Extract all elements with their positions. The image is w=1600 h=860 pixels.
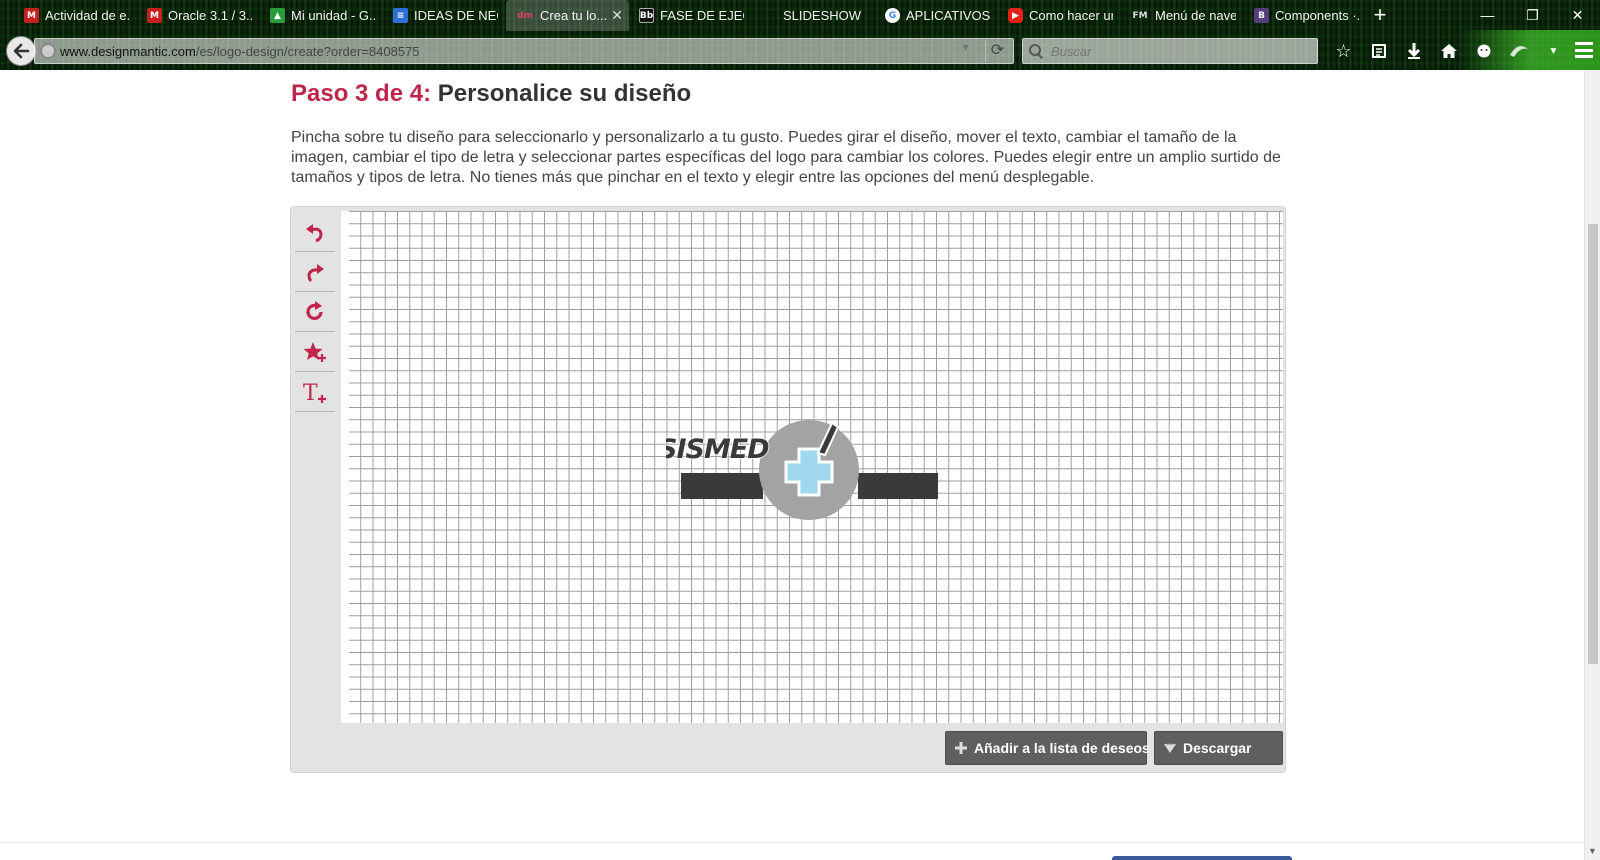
add-to-wishlist-button[interactable]: Añadir a la lista de deseos xyxy=(945,731,1150,765)
logo-editor: T SISMED Añadir a la lista de deseos Des… xyxy=(290,206,1286,773)
redo-button[interactable] xyxy=(295,252,335,292)
undo-icon xyxy=(306,223,323,242)
reading-list-icon[interactable] xyxy=(1361,38,1396,64)
browser-tab[interactable]: M Oracle 3.1 / 3.... xyxy=(137,0,260,31)
browser-tab[interactable]: M Actividad de e... xyxy=(14,0,137,31)
browser-tab[interactable]: G APLICATIVOS xyxy=(875,0,998,31)
wishlist-label: Añadir a la lista de deseos xyxy=(974,740,1150,756)
browser-chrome: M Actividad de e... M Oracle 3.1 / 3....… xyxy=(0,0,1600,70)
toolbar-icons: ☆ ▼ xyxy=(1326,38,1571,64)
add-text-button[interactable]: T xyxy=(295,372,335,412)
download-icon[interactable] xyxy=(1396,38,1431,64)
download-button[interactable]: Descargar xyxy=(1154,731,1283,765)
address-bar[interactable]: www.designmantic.com/es/logo-design/crea… xyxy=(34,38,1014,64)
canvas-gutter xyxy=(341,211,349,723)
facebook-button[interactable] xyxy=(1112,856,1292,860)
scrollbar-thumb[interactable] xyxy=(1588,224,1598,664)
logo-design[interactable]: SISMED xyxy=(666,413,956,523)
instructions-text: Pincha sobre tu diseño para seleccionarl… xyxy=(291,129,1281,186)
back-arrow-icon xyxy=(13,43,30,59)
dropdown-arrow-icon[interactable]: ▼ xyxy=(960,42,971,54)
page-content: Paso 3 de 4: Personalice su diseño Pinch… xyxy=(0,70,1584,860)
tab-strip: M Actividad de e... M Oracle 3.1 / 3....… xyxy=(14,0,1367,31)
rotate-button[interactable] xyxy=(295,292,335,332)
browser-tab[interactable]: SLIDESHOW xyxy=(752,0,875,31)
close-tab-icon[interactable]: ✕ xyxy=(611,7,623,24)
home-icon[interactable] xyxy=(1431,38,1466,64)
logo-right-bar xyxy=(858,473,938,499)
chat-icon[interactable] xyxy=(1466,38,1501,64)
plus-icon xyxy=(954,741,968,755)
browser-tab[interactable]: FM Menú de nave... xyxy=(1121,0,1244,31)
search-bar[interactable] xyxy=(1022,38,1318,64)
add-symbol-icon xyxy=(303,341,326,362)
add-symbol-button[interactable] xyxy=(295,332,335,372)
google-drive-icon: ▲ xyxy=(270,8,285,23)
gmail-icon: M xyxy=(24,8,39,23)
google-icon: G xyxy=(885,8,900,23)
browser-tab[interactable]: B Components ·... xyxy=(1244,0,1367,31)
bootstrap-icon: B xyxy=(1254,8,1269,23)
designmantic-icon: dm xyxy=(517,10,533,21)
step-title-text: Personalice su diseño xyxy=(431,80,692,107)
step-label: Paso 3 de 4: xyxy=(291,80,432,107)
browser-tab[interactable]: ▲ Mi unidad - G... xyxy=(260,0,383,31)
blackboard-icon: Bb xyxy=(639,8,654,23)
browser-tab[interactable]: ≡ IDEAS DE NEG... xyxy=(383,0,506,31)
scroll-down-arrow-icon[interactable]: ▼ xyxy=(1588,846,1597,856)
reload-icon[interactable]: ⟳ xyxy=(985,40,1009,62)
browser-tab[interactable]: Bb FASE DE EJEC... xyxy=(629,0,752,31)
google-docs-icon: ≡ xyxy=(393,8,408,23)
add-text-icon: T xyxy=(303,381,326,405)
editor-toolbar: T xyxy=(295,212,335,412)
hamburger-menu-icon[interactable] xyxy=(1572,39,1596,61)
browser-tab[interactable]: ▶ Como hacer un... xyxy=(998,0,1121,31)
download-icon xyxy=(1163,741,1177,755)
undo-button[interactable] xyxy=(295,212,335,252)
blank-page-icon xyxy=(762,8,777,23)
svg-text:T: T xyxy=(303,381,318,405)
rotate-icon xyxy=(306,300,323,320)
back-button[interactable] xyxy=(6,36,36,66)
chevron-down-icon[interactable]: ▼ xyxy=(1536,38,1571,64)
extension-icon[interactable] xyxy=(1501,38,1536,64)
browser-tab-active[interactable]: dm Crea tu lo... ✕ xyxy=(506,0,629,31)
logo-text[interactable]: SISMED xyxy=(666,433,771,466)
editor-footer: Añadir a la lista de deseos Descargar xyxy=(291,723,1285,772)
navigation-bar: www.designmantic.com/es/logo-design/crea… xyxy=(0,32,1600,68)
logo-left-bar xyxy=(681,473,763,499)
close-window-button[interactable]: ✕ xyxy=(1555,0,1600,30)
restore-button[interactable]: ❐ xyxy=(1510,0,1555,30)
bookmark-star-icon[interactable]: ☆ xyxy=(1326,38,1361,64)
youtube-icon: ▶ xyxy=(1008,8,1023,23)
url-text[interactable]: www.designmantic.com/es/logo-design/crea… xyxy=(60,44,420,59)
redo-icon xyxy=(307,263,324,282)
search-icon xyxy=(1029,44,1043,58)
gmail-icon: M xyxy=(147,8,162,23)
page-title: Paso 3 de 4: Personalice su diseño xyxy=(291,80,691,108)
minimize-button[interactable]: — xyxy=(1465,0,1510,30)
window-controls: — ❐ ✕ xyxy=(1465,0,1600,30)
fm-icon: FM xyxy=(1132,10,1148,21)
divider xyxy=(0,842,1584,843)
new-tab-button[interactable]: + xyxy=(1368,3,1392,27)
download-label: Descargar xyxy=(1183,740,1252,756)
globe-icon xyxy=(40,43,56,59)
page-scrollbar[interactable]: ▼ xyxy=(1584,70,1600,860)
search-input[interactable] xyxy=(1051,43,1291,59)
